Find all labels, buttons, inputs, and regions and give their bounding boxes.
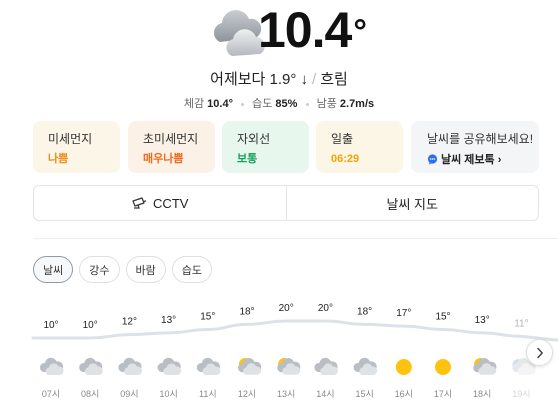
hour-label: 13시 <box>277 389 295 399</box>
cloud-icon <box>157 357 182 375</box>
fine-dust-card[interactable]: 미세먼지 나쁨 <box>33 121 120 173</box>
tab-precipitation[interactable]: 강수 <box>79 256 120 283</box>
ultrafine-dust-value: 매우나쁨 <box>143 153 184 165</box>
hour-label: 12시 <box>238 389 256 399</box>
current-temperature: 10.4° <box>258 2 367 58</box>
temperature-label: 10° <box>83 320 98 331</box>
sun-icon <box>395 359 412 375</box>
partly-sunny-icon <box>238 358 262 375</box>
share-link-label: 날씨 제보톡 › <box>441 154 502 166</box>
temperature-label: 13° <box>475 315 490 326</box>
cctv-button[interactable]: CCTV <box>34 186 286 220</box>
current-weather: 10.4° <box>0 0 558 60</box>
hourly-tabs: 날씨 강수 바람 습도 <box>33 256 212 283</box>
temperature-label: 11° <box>514 318 528 329</box>
partly-sunny-icon <box>473 358 497 375</box>
hour-label: 15시 <box>355 389 373 399</box>
cloud-icon <box>79 357 103 375</box>
humidity-value: 85% <box>275 98 298 110</box>
feels-like-label: 체감 <box>183 98 205 110</box>
cctv-camera-icon <box>132 197 147 209</box>
tab-weather[interactable]: 날씨 <box>33 256 74 283</box>
cloud-icon <box>314 357 338 375</box>
fine-dust-label: 미세먼지 <box>48 132 93 146</box>
tab-humidity[interactable]: 습도 <box>171 256 212 283</box>
temperature-label: 18° <box>239 306 254 317</box>
uv-index-card[interactable]: 자외선 보통 <box>222 121 309 173</box>
section-divider <box>33 238 558 239</box>
temperature-label: 15° <box>435 312 450 323</box>
temperature-label: 15° <box>200 312 215 323</box>
temperature-label: 10° <box>43 320 58 331</box>
cloud-icon <box>353 357 378 375</box>
temperature-label: 20° <box>279 303 294 314</box>
ultrafine-dust-label: 초미세먼지 <box>143 132 199 146</box>
weather-map-button[interactable]: 날씨 지도 <box>285 186 539 220</box>
tab-wind[interactable]: 바람 <box>125 256 166 283</box>
condition-text: 흐림 <box>320 71 348 88</box>
cloud-icon <box>39 357 64 375</box>
cctv-label: CCTV <box>153 195 189 211</box>
hour-label: 07시 <box>42 389 60 399</box>
feels-like-value: 10.4° <box>207 98 233 110</box>
ultrafine-dust-card[interactable]: 초미세먼지 매우나쁨 <box>128 121 215 173</box>
share-link[interactable]: 날씨 제보톡 › <box>427 151 539 167</box>
sunrise-label: 일출 <box>331 132 354 146</box>
temperature-label: 12° <box>122 317 137 328</box>
hour-label: 11시 <box>199 389 217 399</box>
weather-summary-cards: 미세먼지 나쁨 초미세먼지 매우나쁨 자외선 보통 일출 06:29 날씨를 공… <box>33 121 539 173</box>
uv-index-value: 보통 <box>237 153 258 165</box>
sun-icon <box>435 359 451 375</box>
hour-label: 16시 <box>395 389 413 399</box>
wind-value: 2.7m/s <box>339 98 375 110</box>
cloud-icon <box>118 357 142 375</box>
sunrise-value: 06:29 <box>331 153 360 165</box>
share-weather-card[interactable]: 날씨를 공유해보세요! 날씨 제보톡 › <box>411 121 539 173</box>
hour-label: 18시 <box>473 389 491 399</box>
comparison-text: 어제보다 1.9° ↓ <box>210 71 309 88</box>
next-button[interactable] <box>526 339 553 366</box>
hour-label: 08시 <box>81 389 99 399</box>
hour-label: 14시 <box>316 389 334 399</box>
chat-bubble-icon <box>427 153 438 165</box>
temperature-comparison: 어제보다 1.9° ↓ / 흐림 <box>210 71 348 88</box>
cloud-icon <box>196 357 221 375</box>
wind-label: 남풍 <box>316 98 337 110</box>
temperature-label: 18° <box>357 306 372 317</box>
weather-details: 체감 10.4° 습도 85% 남풍 2.7m/s <box>0 95 558 111</box>
hour-label: 19시 <box>512 389 530 399</box>
fine-dust-value: 나쁨 <box>48 153 69 165</box>
weather-map-label: 날씨 지도 <box>386 196 438 212</box>
uv-index-label: 자외선 <box>237 132 271 146</box>
chevron-right-icon <box>536 347 543 358</box>
temperature-label: 13° <box>161 315 176 326</box>
partly-sunny-icon <box>277 358 301 375</box>
weather-toolbar: CCTV 날씨 지도 <box>33 185 539 221</box>
hour-label: 17시 <box>434 389 452 399</box>
hourly-temperature-chart: 10° 07시 10° 08시 12° 09시 13° 10시 15° 11시 18° 12시 20° 1… <box>31 303 558 399</box>
share-title: 날씨를 공유해보세요! <box>427 132 534 146</box>
temperature-label: 17° <box>396 308 411 319</box>
hour-label: 09시 <box>120 389 138 399</box>
sunrise-card[interactable]: 일출 06:29 <box>316 121 403 173</box>
temperature-label: 20° <box>318 303 333 314</box>
humidity-label: 습도 <box>252 98 273 110</box>
hour-label: 10시 <box>159 389 177 399</box>
